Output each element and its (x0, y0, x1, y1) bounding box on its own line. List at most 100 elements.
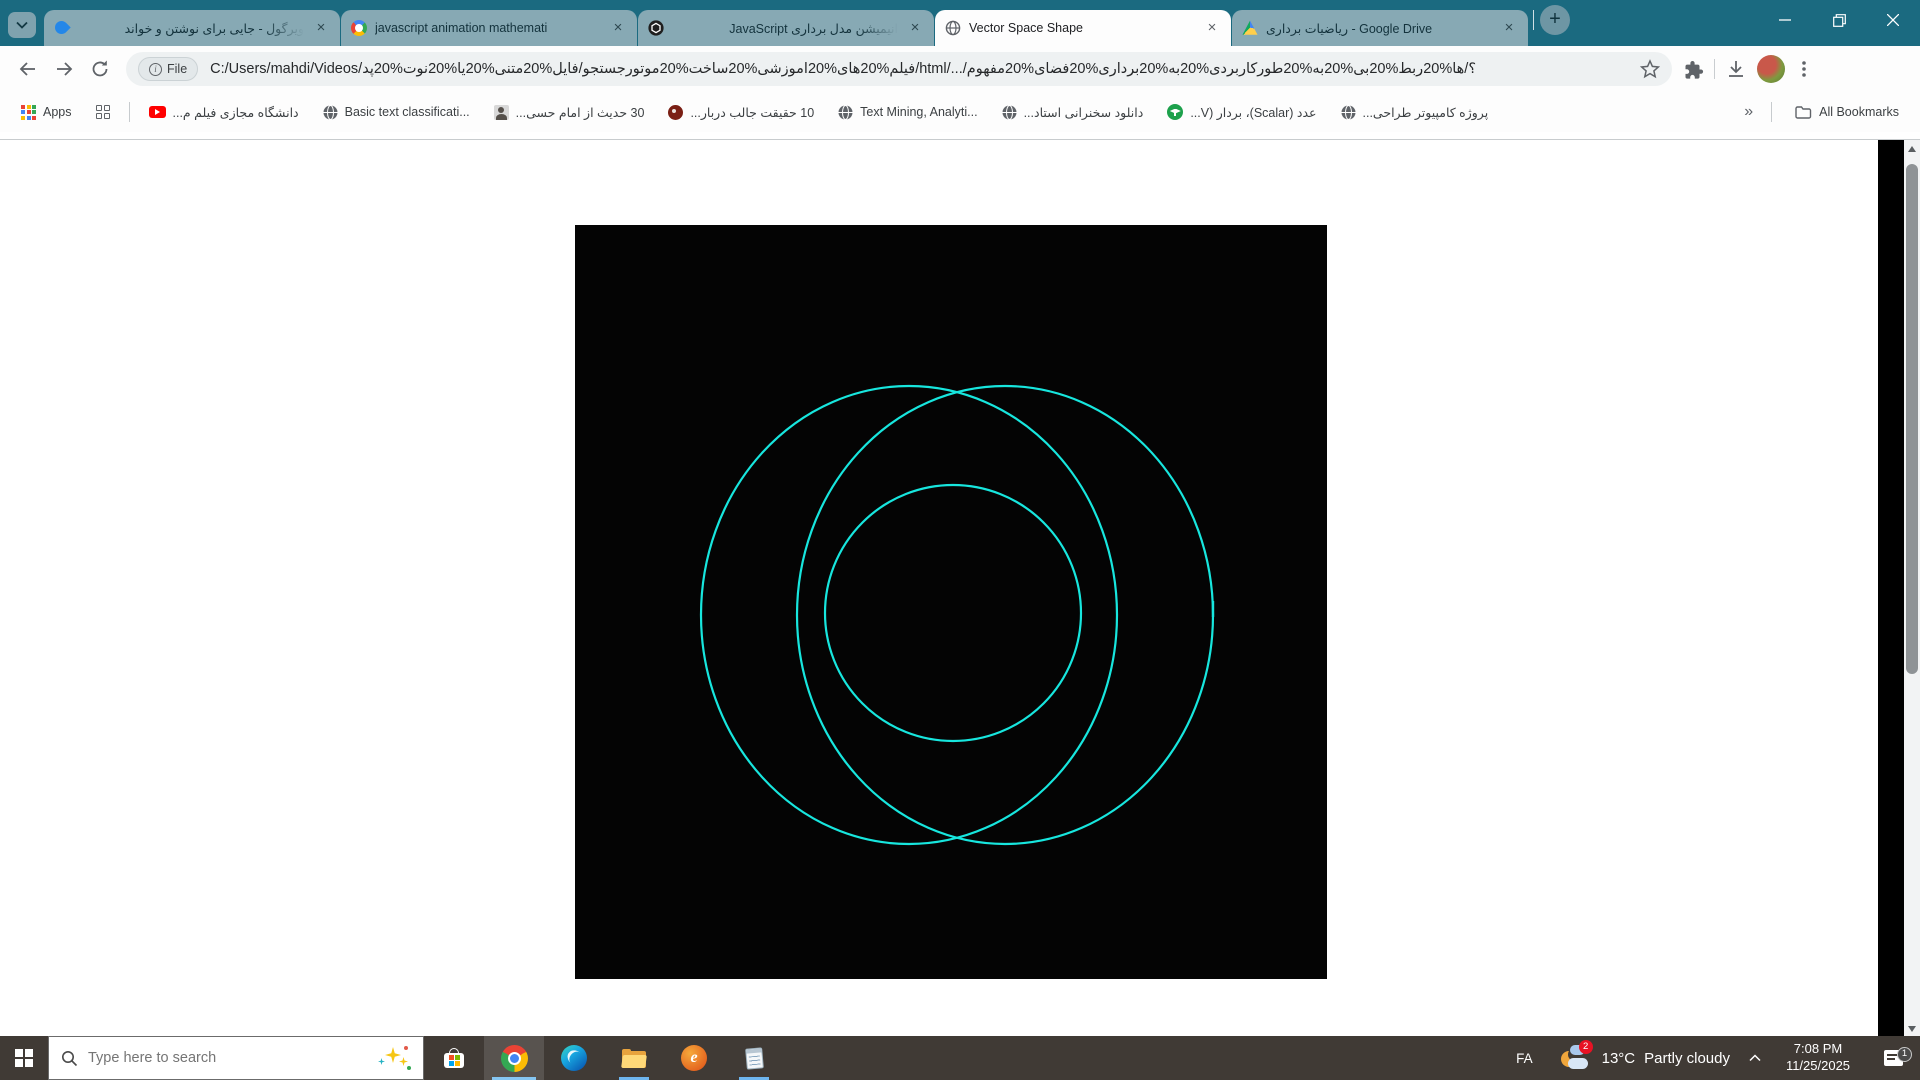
tab-title: javascript animation mathemati (375, 21, 601, 35)
chevron-up-icon (1749, 1054, 1761, 1062)
tab-title: انیمیشن مدل برداری JavaScript (672, 21, 898, 36)
weather-widget[interactable]: 2 13°C Partly cloudy (1549, 1043, 1740, 1073)
search-input[interactable] (88, 1050, 367, 1066)
address-bar[interactable]: i File C:/Users/mahdi/Videos/فیلم%20های%… (126, 52, 1672, 86)
bookmark-star-icon[interactable] (1640, 59, 1660, 79)
language-indicator[interactable]: FA (1500, 1051, 1549, 1066)
search-icon (61, 1050, 78, 1067)
microsoft-store-icon (444, 1048, 464, 1068)
scroll-up-icon (1908, 146, 1916, 152)
menu-dots-icon[interactable] (1795, 59, 1813, 79)
bookmark-label: 30 حدیث از امام حسی... (516, 105, 645, 120)
downloads-icon[interactable] (1725, 58, 1747, 80)
toolbar-divider (1714, 59, 1715, 79)
clock[interactable]: 7:08 PM 11/25/2025 (1770, 1041, 1866, 1075)
folder-icon (1795, 105, 1812, 119)
graduation-cap-icon (1167, 104, 1183, 120)
system-tray: FA 2 13°C Partly cloudy 7:08 PM 11/25/20… (1500, 1036, 1920, 1080)
tab-title: ویرگول - جایی برای نوشتن و خواند (78, 21, 304, 36)
bookmark-grid-button[interactable] (87, 98, 119, 126)
bookmark-item[interactable]: Text Mining, Analyti... (829, 98, 986, 126)
bookmark-item[interactable]: دانشگاه مجازی فیلم م... (140, 98, 308, 126)
virgool-favicon (54, 20, 70, 36)
toolbar-actions (1682, 55, 1813, 83)
close-window-button[interactable] (1866, 0, 1920, 40)
bookmark-item[interactable]: دانلود سخنرانی استاد... (993, 98, 1153, 126)
url-text[interactable]: C:/Users/mahdi/Videos/فیلم%20های%20اموزش… (210, 61, 1640, 77)
youtube-icon (149, 106, 166, 118)
taskbar-notepad[interactable] (724, 1036, 784, 1080)
taskbar-download-manager[interactable]: e (664, 1036, 724, 1080)
bookmarks-separator (129, 102, 130, 122)
bookmark-label: عدد (Scalar)، بردار (V... (1190, 105, 1316, 120)
back-icon (18, 59, 38, 79)
bookmark-label: دانشگاه مجازی فیلم م... (173, 105, 299, 120)
google-favicon (351, 20, 367, 36)
reload-icon (90, 59, 110, 79)
forward-button[interactable] (46, 51, 82, 87)
taskbar-microsoft-store[interactable] (424, 1036, 484, 1080)
page-scrollbar[interactable] (1904, 140, 1920, 1037)
tab-close-icon[interactable]: × (1500, 19, 1518, 37)
forward-icon (54, 59, 74, 79)
bookmark-item[interactable]: 30 حدیث از امام حسی... (485, 98, 654, 126)
start-button[interactable] (0, 1036, 48, 1080)
taskbar-apps: e (424, 1036, 784, 1080)
maximize-restore-button[interactable] (1812, 0, 1866, 40)
bookmark-item[interactable]: عدد (Scalar)، بردار (V... (1158, 98, 1325, 126)
tab-close-icon[interactable]: × (1203, 19, 1221, 37)
new-tab-button[interactable]: + (1540, 5, 1570, 35)
bookmark-label: Apps (43, 105, 72, 119)
tab-google-drive[interactable]: ریاضیات برداری - Google Drive × (1232, 10, 1528, 46)
notepad-icon (745, 1047, 764, 1069)
bookmark-label: Text Mining, Analyti... (860, 105, 977, 119)
globe-icon (323, 105, 338, 120)
taskbar-chrome[interactable] (484, 1036, 544, 1080)
back-button[interactable] (10, 51, 46, 87)
bookmark-apps[interactable]: Apps (12, 98, 81, 126)
google-drive-favicon (1242, 20, 1258, 36)
taskbar-search[interactable] (48, 1036, 424, 1080)
bookmark-label: پروژه کامپیوتر طراحی... (1363, 105, 1489, 120)
bookmark-item[interactable]: پروژه کامپیوتر طراحی... (1332, 98, 1498, 126)
time: 7:08 PM (1770, 1041, 1866, 1058)
action-center-button[interactable]: 1 (1866, 1050, 1920, 1066)
file-scheme-chip[interactable]: i File (138, 57, 198, 81)
bookmark-item[interactable]: 10 حقیقت جالب دربار... (659, 98, 823, 126)
restore-icon (1833, 14, 1846, 27)
all-bookmarks-button[interactable]: All Bookmarks (1786, 98, 1908, 126)
show-hidden-icons-button[interactable] (1740, 1054, 1770, 1062)
screen: { "theme": { "frame_color": "#1B6A80", "… (0, 0, 1920, 1080)
bookmarks-overflow-chevron[interactable]: » (1740, 103, 1757, 121)
scroll-up-button[interactable] (1904, 140, 1920, 157)
scrollbar-thumb[interactable] (1906, 164, 1918, 674)
vector-space-canvas[interactable] (575, 225, 1327, 979)
bookmarks-bar: Apps دانشگاه مجازی فیلم م... Basic text … (0, 92, 1920, 132)
scroll-down-button[interactable] (1904, 1020, 1920, 1037)
tab-title: ریاضیات برداری - Google Drive (1266, 21, 1492, 36)
tab-vector-space-shape[interactable]: Vector Space Shape × (935, 10, 1231, 46)
windows-taskbar: e FA 2 13°C Partly cloudy 7:08 PM 11/25/… (0, 1036, 1920, 1080)
date: 11/25/2025 (1770, 1058, 1866, 1075)
info-icon: i (149, 63, 162, 76)
tab-virgool[interactable]: ویرگول - جایی برای نوشتن و خواند × (44, 10, 340, 46)
file-chip-label: File (167, 62, 187, 76)
tab-google-search[interactable]: javascript animation mathemati × (341, 10, 637, 46)
profile-avatar[interactable] (1757, 55, 1785, 83)
taskbar-edge[interactable] (544, 1036, 604, 1080)
grid-outline-icon (96, 105, 110, 119)
bookmarks-separator (1771, 102, 1772, 122)
chrome-icon (501, 1045, 528, 1072)
tab-chatgpt[interactable]: انیمیشن مدل برداری JavaScript × (638, 10, 934, 46)
minimize-button[interactable] (1758, 0, 1812, 40)
globe-icon (1341, 105, 1356, 120)
tab-list-chevron-button[interactable] (8, 12, 36, 38)
taskbar-file-explorer[interactable] (604, 1036, 664, 1080)
tab-close-icon[interactable]: × (906, 19, 924, 37)
windows-logo-icon (15, 1049, 33, 1067)
extensions-icon[interactable] (1682, 58, 1704, 80)
reload-button[interactable] (82, 51, 118, 87)
tab-close-icon[interactable]: × (609, 19, 627, 37)
tab-close-icon[interactable]: × (312, 19, 330, 37)
bookmark-item[interactable]: Basic text classificati... (314, 98, 479, 126)
